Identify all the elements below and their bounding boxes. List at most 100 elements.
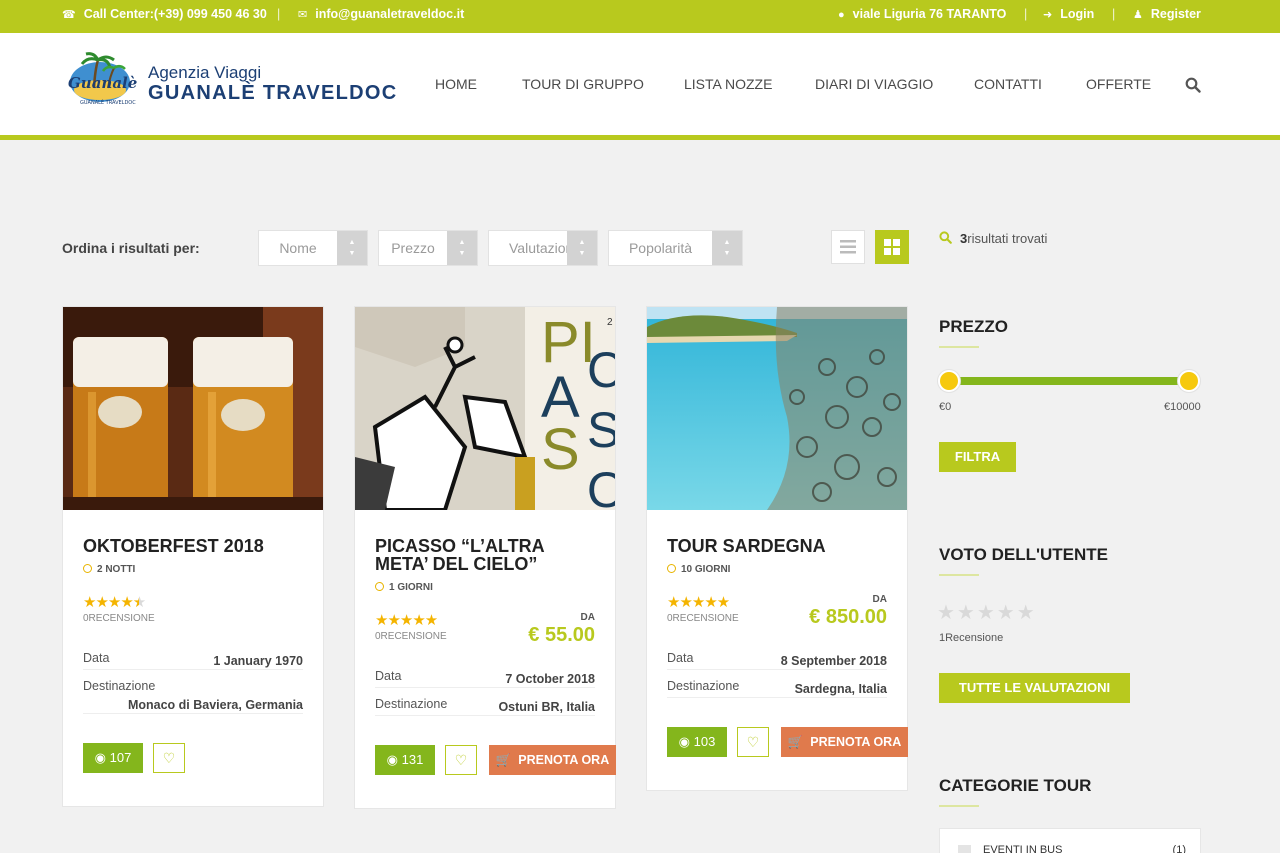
tour-duration: 2 NOTTI [83,564,135,575]
grid-view-button[interactable] [875,230,909,264]
nav-home[interactable]: HOME [435,76,477,92]
call-center[interactable]: ☎ Call Center:(+39) 099 450 46 30 [62,0,267,28]
divider [83,669,303,670]
address-text: viale Liguria 76 TARANTO [852,7,1007,21]
sort-by-price[interactable]: Prezzo ▲ ▼ [378,230,478,266]
tour-image-beer[interactable] [63,307,323,510]
sort-by-name[interactable]: Nome ▲ ▼ [258,230,368,266]
logo-mark[interactable]: Guanalè GUANALÈ TRAVELDOC [64,48,140,110]
sort-arrows-icon: ▲ ▼ [337,231,367,265]
nav-lista-nozze[interactable]: LISTA NOZZE [684,76,772,92]
heading-underline [939,574,979,576]
price-prefix: DA [580,612,595,623]
sort-name-text: Nome [279,240,317,256]
price-slider-min-handle[interactable] [938,370,960,392]
views-button[interactable]: ◉ 107 [83,743,143,773]
svg-text:C: C [587,342,615,398]
review-count[interactable]: 0RECENSIONE [375,631,447,642]
sort-arrows-icon: ▲ ▼ [447,231,477,265]
cart-icon: 🛒 [787,735,804,749]
svg-text:S: S [587,402,615,458]
wishlist-button[interactable]: ♡ [445,745,477,775]
nav-tour-di-gruppo[interactable]: TOUR DI GRUPPO [522,76,644,92]
book-now-button[interactable]: 🛒 PRENOTA ORA [489,745,616,775]
views-button[interactable]: ◉ 103 [667,727,727,757]
price-heading: PREZZO [939,317,1008,336]
divider [83,713,303,714]
nav-diari-di-viaggio[interactable]: DIARI DI VIAGGIO [815,76,933,92]
price-slider-max-handle[interactable] [1178,370,1200,392]
destination-label: Destinazione [375,697,448,711]
tour-title[interactable]: OKTOBERFEST 2018 [83,537,308,555]
tour-duration: 10 GIORNI [667,564,730,575]
tour-title[interactable]: PICASSO “L’ALTRA META’ DEL CIELO” [375,537,600,573]
user-icon: ♟ [1133,9,1143,21]
search-icon [939,231,952,244]
logo-line-1[interactable]: Agenzia Viaggi [148,63,261,83]
call-center-text: Call Center:(+39) 099 450 46 30 [83,7,267,21]
destination-label: Destinazione [83,679,156,693]
email-link[interactable]: ✉ info@guanaletraveldoc.it [298,0,464,28]
date-label: Data [83,651,110,665]
sort-by-popularity[interactable]: Popolarità ▲ ▼ [608,230,743,266]
rating-stars: ★★★★★ [83,593,146,611]
rating-stars: ★★★★★ [375,611,438,629]
filter-button[interactable]: FILTRA [939,442,1016,472]
review-count[interactable]: 0RECENSIONE [667,613,739,624]
svg-text:Guanalè: Guanalè [68,74,137,92]
logo-line-2[interactable]: GUANALÈ TRAVELDOC [148,82,398,105]
all-ratings-button[interactable]: TUTTE LE VALUTAZIONI [939,673,1130,703]
date-value: 1 January 1970 [213,654,303,668]
destination-value: Sardegna, Italia [794,682,887,696]
heart-icon: ♡ [162,750,176,766]
separator: | [1024,7,1028,21]
tour-card-oktoberfest: OKTOBERFEST 2018 2 NOTTI ★★★★★ 0RECENSIO… [62,306,324,807]
top-bar: ☎ Call Center:(+39) 099 450 46 30 | ✉ info… [0,0,1280,33]
price-max: €10000 [1164,401,1201,413]
views-button[interactable]: ◉ 131 [375,745,435,775]
tour-title[interactable]: TOUR SARDEGNA [667,537,892,555]
review-count[interactable]: 0RECENSIONE [83,613,155,624]
date-value: 8 September 2018 [780,654,887,668]
search-icon[interactable] [1185,77,1201,93]
price-slider-track[interactable] [949,377,1189,385]
results-found: 3risultati trovati [939,231,1047,246]
book-now-label: PRENOTA ORA [810,735,902,749]
tour-duration: 1 GIORNI [375,582,433,593]
svg-text:GUANALÈ TRAVELDOC: GUANALÈ TRAVELDOC [80,98,136,106]
stars-fill: ★★★★★ [83,594,146,611]
register-text: Register [1150,7,1201,21]
sort-popularity-text: Popolarità [628,240,693,256]
nav-contatti[interactable]: CONTATTI [974,76,1042,92]
sign-in-icon: ➜ [1043,9,1053,21]
wishlist-button[interactable]: ♡ [737,727,769,757]
address: ● viale Liguria 76 TARANTO [838,0,1006,28]
eye-icon: ◉ [386,752,398,767]
sort-by-rating[interactable]: Valutazione ▲▼ [488,230,598,266]
category-label[interactable]: EVENTI IN BUS [983,844,1062,853]
sort-label: Ordina i risultati per: [62,240,200,256]
stars-fill: ★★★★★ [667,594,730,611]
wishlist-button[interactable]: ♡ [153,743,185,773]
tour-image-picasso[interactable]: PI A S C S O 2 [355,307,615,510]
nav-offerte[interactable]: OFFERTE [1086,76,1151,92]
rating-review-count: 1Recensione [939,632,1004,644]
category-list: EVENTI IN BUS (1) [939,828,1201,853]
login-link[interactable]: ➜ Login [1043,0,1094,28]
clock-icon [83,564,92,573]
separator: | [1112,7,1116,21]
svg-text:2: 2 [607,317,613,328]
destination-label: Destinazione [667,679,740,693]
duration-text: 10 GIORNI [681,564,731,575]
list-icon [840,240,856,254]
sort-rating-text: Valutazione [509,240,567,256]
price-prefix: DA [872,594,887,605]
rating-filter-stars[interactable]: ★★★★★ [937,600,1037,625]
list-view-button[interactable] [831,230,865,264]
book-now-button[interactable]: 🛒 PRENOTA ORA [781,727,908,757]
register-link[interactable]: ♟ Register [1133,0,1201,28]
category-checkbox[interactable] [958,845,971,853]
tour-image-sardegna[interactable] [647,307,907,510]
sort-arrows-icon: ▲ ▼ [712,231,742,265]
heart-icon: ♡ [746,734,760,750]
